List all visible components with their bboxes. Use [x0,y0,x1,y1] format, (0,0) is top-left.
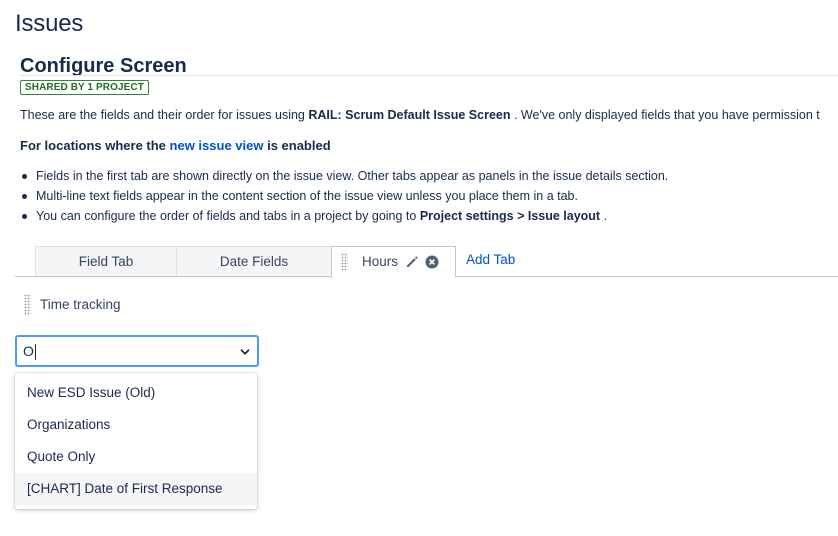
chevron-down-icon[interactable] [239,345,251,357]
bullet-text-1: Fields in the first tab are shown direct… [36,169,669,183]
list-item: You can configure the order of fields an… [20,208,668,228]
dropdown-option[interactable]: New ESD Issue (Old) [15,377,257,409]
bullet-text-3-suffix: . [600,209,608,223]
screen-description: These are the fields and their order for… [20,108,820,122]
list-item: Multi-line text fields appear in the con… [20,188,668,208]
field-options-dropdown: New ESD Issue (Old) Organizations Quote … [15,373,257,509]
field-label: Time tracking [40,297,121,312]
dropdown-option[interactable]: Quote Only [15,441,257,473]
text-cursor [35,344,36,360]
field-search-input[interactable] [23,342,223,360]
tab-label: Hours [362,254,399,269]
bullet-text-2: Multi-line text fields appear in the con… [36,189,578,203]
locations-prefix: For locations where the [20,138,170,153]
close-icon[interactable] [424,247,440,277]
tab-label: Date Fields [219,254,289,269]
shared-projects-badge[interactable]: SHARED BY 1 PROJECT [20,80,149,95]
tab-date-fields[interactable]: Date Fields [176,246,332,276]
new-issue-view-link[interactable]: new issue view [170,138,264,153]
list-item: Fields in the first tab are shown direct… [20,168,668,188]
tab-hours[interactable]: Hours [331,246,456,277]
dropdown-option[interactable]: Organizations [15,409,257,441]
title-divider [20,75,838,76]
page-title: Issues [15,10,84,37]
tab-field-tab[interactable]: Field Tab [35,246,177,276]
project-settings-path: Project settings > Issue layout [419,209,601,223]
drag-handle-icon[interactable] [24,294,31,316]
locations-heading: For locations where the new issue view i… [20,138,331,153]
tab-label: Field Tab [78,254,134,269]
dropdown-option-highlighted[interactable]: [CHART] Date of First Response [15,473,257,505]
add-tab-link[interactable]: Add Tab [466,252,515,267]
description-prefix: These are the fields and their order for… [20,108,309,122]
add-field-select[interactable] [15,335,259,367]
locations-suffix: is enabled [263,138,331,153]
screen-name: RAIL: Scrum Default Issue Screen [308,108,511,122]
description-suffix: . We've only displayed fields that you h… [510,108,820,122]
bullet-text-3-prefix: You can configure the order of fields an… [36,209,420,223]
pencil-icon[interactable] [404,247,420,277]
drag-handle-icon[interactable] [341,253,348,271]
info-list: Fields in the first tab are shown direct… [20,168,668,228]
